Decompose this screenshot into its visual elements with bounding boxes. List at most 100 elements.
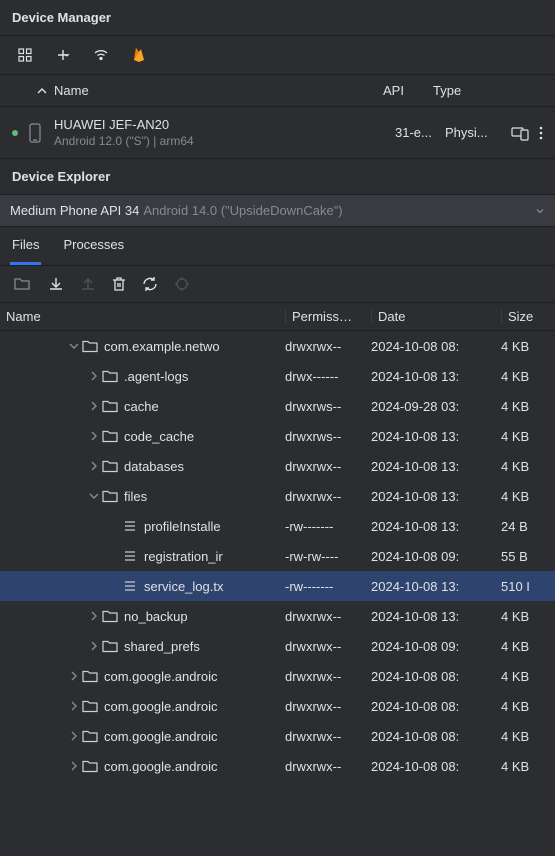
chevron-right-icon[interactable] [86,638,102,654]
chevron-right-icon[interactable] [86,398,102,414]
phone-icon [28,123,42,143]
file-tree: com.example.netwodrwxrwx--2024-10-08 08:… [0,331,555,781]
tree-item-date: 2024-10-08 08: [371,339,501,354]
tree-item-perms: drwxrwx-- [285,699,371,714]
tree-item-perms: drwxrwx-- [285,669,371,684]
file-column-size[interactable]: Size [501,309,555,324]
grid-icon[interactable] [14,44,36,66]
tree-row[interactable]: registration_ir-rw-rw----2024-10-08 09:5… [0,541,555,571]
tree-row[interactable]: com.google.androicdrwxrwx--2024-10-08 08… [0,691,555,721]
selected-device-sub: Android 14.0 ("UpsideDownCake") [143,203,342,218]
chevron-down-icon [535,206,545,216]
tree-item-perms: drwxrwx-- [285,639,371,654]
chevron-placeholder [106,518,122,534]
upload-icon[interactable] [80,276,96,292]
tree-item-perms: -rw------- [285,519,371,534]
tree-item-perms: drwxrwx-- [285,759,371,774]
tree-item-size: 4 KB [501,609,555,624]
chevron-right-icon[interactable] [86,428,102,444]
tree-row[interactable]: .agent-logsdrwx------2024-10-08 13:4 KB [0,361,555,391]
tree-item-name: files [124,489,285,504]
tree-row[interactable]: com.example.netwodrwxrwx--2024-10-08 08:… [0,331,555,361]
file-column-date[interactable]: Date [371,309,501,324]
column-header-type[interactable]: Type [433,83,543,98]
tree-item-size: 55 B [501,549,555,564]
tree-item-date: 2024-10-08 09: [371,639,501,654]
tree-item-size: 4 KB [501,759,555,774]
folder-icon [102,459,118,473]
tab-processes[interactable]: Processes [61,227,126,265]
wifi-icon[interactable] [90,44,112,66]
file-column-name[interactable]: Name [0,309,285,324]
file-icon [122,579,138,593]
explorer-tabs: Files Processes [0,227,555,266]
folder-icon [82,339,98,353]
tree-row[interactable]: no_backupdrwxrwx--2024-10-08 13:4 KB [0,601,555,631]
new-folder-icon[interactable] [14,276,32,292]
tree-item-size: 4 KB [501,729,555,744]
tree-row[interactable]: filesdrwxrwx--2024-10-08 13:4 KB [0,481,555,511]
tab-files[interactable]: Files [10,227,41,265]
chevron-down-icon[interactable] [66,338,82,354]
target-icon[interactable] [174,276,190,292]
file-column-permissions[interactable]: Permiss… [285,309,371,324]
tree-row[interactable]: shared_prefsdrwxrwx--2024-10-08 09:4 KB [0,631,555,661]
tree-item-name: com.example.netwo [104,339,285,354]
folder-icon [102,369,118,383]
more-icon[interactable] [539,125,543,141]
chevron-right-icon[interactable] [66,758,82,774]
tree-item-perms: drwxrwx-- [285,489,371,504]
tree-row[interactable]: service_log.tx-rw-------2024-10-08 13:51… [0,571,555,601]
chevron-right-icon[interactable] [86,368,102,384]
chevron-placeholder [106,548,122,564]
tree-item-date: 2024-10-08 08: [371,669,501,684]
tree-item-perms: -rw------- [285,579,371,594]
tree-item-date: 2024-10-08 13: [371,459,501,474]
delete-icon[interactable] [112,276,126,292]
tree-row[interactable]: com.google.androicdrwxrwx--2024-10-08 08… [0,751,555,781]
tree-item-perms: drwxrwx-- [285,609,371,624]
device-explorer-title: Device Explorer [0,159,555,195]
chevron-right-icon[interactable] [66,668,82,684]
tree-item-name: registration_ir [144,549,285,564]
file-toolbar [0,266,555,302]
column-header-name[interactable]: Name [54,83,383,98]
tree-row[interactable]: cachedrwxrws--2024-09-28 03:4 KB [0,391,555,421]
firebase-icon[interactable] [128,44,150,66]
column-header-api[interactable]: API [383,83,433,98]
tree-item-name: databases [124,459,285,474]
folder-icon [82,699,98,713]
chevron-right-icon[interactable] [66,728,82,744]
device-selector-dropdown[interactable]: Medium Phone API 34 Android 14.0 ("Upsid… [0,195,555,227]
download-icon[interactable] [48,276,64,292]
chevron-up-icon[interactable] [36,85,48,97]
add-device-icon[interactable] [52,44,74,66]
tree-item-name: code_cache [124,429,285,444]
tree-item-name: profileInstalle [144,519,285,534]
device-manager-toolbar [0,36,555,75]
tree-row[interactable]: com.google.androicdrwxrwx--2024-10-08 08… [0,661,555,691]
chevron-right-icon[interactable] [66,698,82,714]
device-row[interactable]: HUAWEI JEF-AN20 Android 12.0 ("S") | arm… [0,107,555,159]
mirror-icon[interactable] [511,125,529,141]
tree-item-date: 2024-10-08 13: [371,489,501,504]
tree-item-size: 4 KB [501,339,555,354]
chevron-down-icon[interactable] [86,488,102,504]
tree-row[interactable]: databasesdrwxrwx--2024-10-08 13:4 KB [0,451,555,481]
tree-item-perms: drwxrwx-- [285,339,371,354]
sync-icon[interactable] [142,276,158,292]
tree-item-perms: drwxrwx-- [285,459,371,474]
tree-item-name: cache [124,399,285,414]
tree-row[interactable]: com.google.androicdrwxrwx--2024-10-08 08… [0,721,555,751]
tree-item-name: no_backup [124,609,285,624]
tree-row[interactable]: code_cachedrwxrws--2024-10-08 13:4 KB [0,421,555,451]
device-name: HUAWEI JEF-AN20 [54,117,395,132]
chevron-right-icon[interactable] [86,458,102,474]
status-online-icon [12,130,18,136]
chevron-right-icon[interactable] [86,608,102,624]
tree-item-name: com.google.androic [104,729,285,744]
tree-item-date: 2024-10-08 13: [371,579,501,594]
chevron-placeholder [106,578,122,594]
tree-row[interactable]: profileInstalle-rw-------2024-10-08 13:2… [0,511,555,541]
tree-item-date: 2024-10-08 13: [371,519,501,534]
